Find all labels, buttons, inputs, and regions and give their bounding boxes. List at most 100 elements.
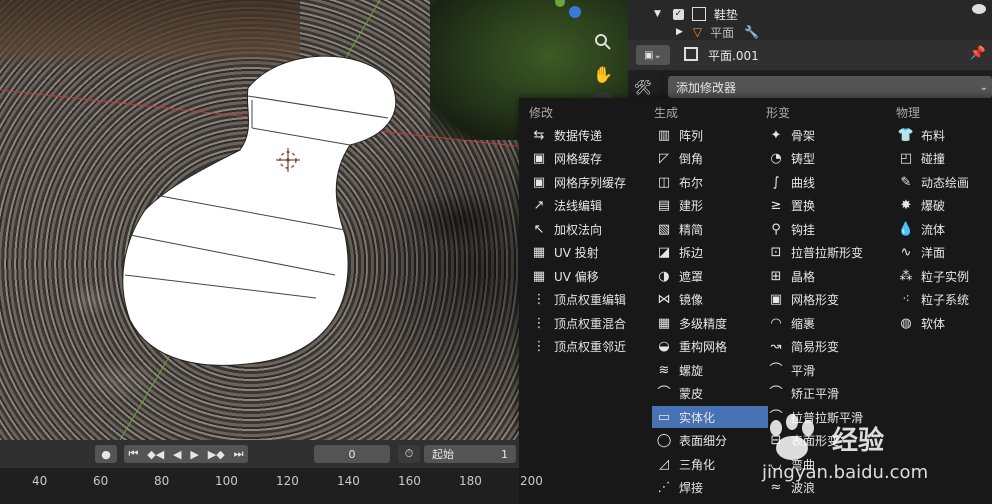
menu-item-decimate[interactable]: ▧ 精简 xyxy=(652,218,768,240)
stopwatch-icon[interactable]: ⏱ xyxy=(398,445,420,463)
menu-column-header: 物理 xyxy=(896,106,921,120)
menu-item-label: 网格缓存 xyxy=(554,152,603,166)
add-modifier-label: 添加修改器 xyxy=(676,80,737,95)
menu-item-corrective-smooth[interactable]: ⌒ 矫正平滑 xyxy=(764,383,880,405)
menu-item-mesh-cache[interactable]: ▣ 网格缓存 xyxy=(527,148,643,170)
subdivision-icon: ◯ xyxy=(656,433,672,448)
menu-item-label: 粒子实例 xyxy=(921,269,970,284)
menu-item-subdivision[interactable]: ◯ 表面细分 xyxy=(652,430,768,452)
menu-item-ocean[interactable]: ∿ 洋面 xyxy=(894,242,988,264)
zoom-icon[interactable] xyxy=(591,30,615,54)
pan-hand-icon[interactable]: ✋ xyxy=(591,62,615,86)
displace-icon: ≥ xyxy=(770,198,782,213)
checkbox-icon[interactable]: ✓ xyxy=(672,8,684,20)
menu-item-armature[interactable]: ✦ 骨架 xyxy=(764,124,880,146)
ruler-tick: 100 xyxy=(215,474,238,488)
menu-item-particle-system[interactable]: ⁖ 粒子系统 xyxy=(894,289,988,311)
menu-item-screw[interactable]: ≋ 螺旋 xyxy=(652,359,768,381)
menu-item-label: 实体化 xyxy=(679,410,716,425)
menu-item-label: 缩裹 xyxy=(791,316,816,331)
menu-item-collision[interactable]: ◰ 碰撞 xyxy=(894,148,988,170)
menu-item-weighted-normal[interactable]: ↖ 加权法向 xyxy=(527,218,643,240)
editor-type-button[interactable]: ▣⌄ xyxy=(636,45,670,65)
expand-arrow-icon[interactable]: ▼ xyxy=(654,9,661,19)
menu-item-multires[interactable]: ▦ 多级精度 xyxy=(652,312,768,334)
menu-item-curve[interactable]: ∫ 曲线 xyxy=(764,171,880,193)
menu-item-laplacian-deform[interactable]: ⊡ 拉普拉斯形变 xyxy=(764,242,880,264)
expand-arrow-icon[interactable]: ▶ xyxy=(676,27,683,37)
current-frame-field[interactable]: 0 xyxy=(314,445,390,463)
menu-item-label: 倒角 xyxy=(679,152,704,166)
menu-item-vertex-weight-proximity[interactable]: ⋮ 顶点权重邻近 xyxy=(527,336,643,358)
collision-icon: ◰ xyxy=(899,151,913,166)
menu-item-lattice[interactable]: ⊞ 晶格 xyxy=(764,265,880,287)
prev-keyframe-icon[interactable]: ◆◀ xyxy=(147,448,164,461)
ruler-tick: 160 xyxy=(398,474,421,488)
visibility-eye-icon[interactable] xyxy=(972,4,986,14)
record-button[interactable]: ● xyxy=(95,445,117,463)
menu-item-mirror[interactable]: ⋈ 镜像 xyxy=(652,289,768,311)
menu-item-cast[interactable]: ◔ 铸型 xyxy=(764,148,880,170)
jump-start-icon[interactable]: ⏮ xyxy=(128,447,138,461)
menu-column-header: 生成 xyxy=(654,106,679,120)
frame-ruler[interactable]: 40 60 80 100 120 140 160 180 200 xyxy=(0,468,543,504)
menu-item-vertex-weight-edit[interactable]: ⋮ 顶点权重编辑 xyxy=(527,289,643,311)
menu-item-array[interactable]: ▥ 阵列 xyxy=(652,124,768,146)
build-icon: ▤ xyxy=(657,198,671,213)
menu-item-edge-split[interactable]: ◪ 拆边 xyxy=(652,242,768,264)
menu-item-uv-project[interactable]: ▦ UV 投射 xyxy=(527,242,643,264)
mesh-deform-icon: ▣ xyxy=(769,292,783,307)
menu-item-vertex-weight-mix[interactable]: ⋮ 顶点权重混合 xyxy=(527,312,643,334)
menu-item-soft-body[interactable]: ◍ 软体 xyxy=(894,312,988,334)
next-keyframe-icon[interactable]: ▶◆ xyxy=(208,448,225,461)
menu-item-boolean[interactable]: ◫ 布尔 xyxy=(652,171,768,193)
menu-item-uv-warp[interactable]: ▦ UV 偏移 xyxy=(527,265,643,287)
tool-tab-icon[interactable]: 🛠 xyxy=(634,80,652,96)
menu-item-skin[interactable]: ⌒ 蒙皮 xyxy=(652,383,768,405)
menu-item-shrinkwrap[interactable]: ◠ 缩裹 xyxy=(764,312,880,334)
menu-item-normal-edit[interactable]: ↗ 法线编辑 xyxy=(527,195,643,217)
menu-item-hook[interactable]: ⚲ 钩挂 xyxy=(764,218,880,240)
ruler-tick: 60 xyxy=(93,474,109,488)
play-reverse-icon[interactable]: ◀ xyxy=(173,448,181,461)
menu-item-solidify[interactable]: ▭ 实体化 xyxy=(652,406,768,428)
array-icon: ▥ xyxy=(657,127,671,143)
laplacian-deform-icon: ⊡ xyxy=(770,245,782,260)
menu-item-weld[interactable]: ⋰ 焊接 xyxy=(652,477,768,499)
menu-item-mesh-deform[interactable]: ▣ 网格形变 xyxy=(764,289,880,311)
menu-item-data-transfer[interactable]: ⇆ 数据传递 xyxy=(527,124,643,146)
menu-item-label: 布尔 xyxy=(679,175,704,190)
outliner-child-row[interactable]: ▶ ▽ 平面 🔧 xyxy=(676,24,759,40)
menu-item-label: 遮罩 xyxy=(679,269,704,284)
jump-end-icon[interactable]: ⏭ xyxy=(234,447,244,461)
menu-item-particle-instance[interactable]: ⁂ 粒子实例 xyxy=(894,265,988,287)
menu-item-simple-deform[interactable]: ↝ 简易形变 xyxy=(764,336,880,358)
add-modifier-dropdown[interactable]: 添加修改器 ⌄ xyxy=(668,76,992,98)
insole-mesh xyxy=(122,55,397,366)
menu-item-label: 拉普拉斯形变 xyxy=(791,246,864,260)
menu-item-remesh[interactable]: ◒ 重构网格 xyxy=(652,336,768,358)
menu-item-mask[interactable]: ◑ 遮罩 xyxy=(652,265,768,287)
menu-item-explode[interactable]: ✸ 爆破 xyxy=(894,195,988,217)
play-icon[interactable]: ▶ xyxy=(190,448,198,461)
menu-item-bevel[interactable]: ◸ 倒角 xyxy=(652,148,768,170)
start-frame-field[interactable]: 起始 1 xyxy=(424,445,516,463)
mirror-icon: ⋈ xyxy=(657,292,671,307)
menu-item-label: 拆边 xyxy=(679,246,704,260)
menu-item-displace[interactable]: ≥ 置换 xyxy=(764,195,880,217)
menu-item-triangulate[interactable]: ◿ 三角化 xyxy=(652,453,768,475)
menu-item-cloth[interactable]: 👕 布料 xyxy=(894,124,988,146)
menu-item-smooth[interactable]: ⌒ 平滑 xyxy=(764,359,880,381)
pin-icon[interactable]: 📌 xyxy=(970,46,986,61)
menu-item-mesh-sequence-cache[interactable]: ▣ 网格序列缓存 xyxy=(527,171,643,193)
menu-item-build[interactable]: ▤ 建形 xyxy=(652,195,768,217)
menu-item-fluid[interactable]: 💧 流体 xyxy=(894,218,988,240)
ruler-tick: 120 xyxy=(276,474,299,488)
ruler-tick: 200 xyxy=(520,474,543,488)
menu-item-dynamic-paint[interactable]: ✎ 动态绘画 xyxy=(894,171,988,193)
hook-icon: ⚲ xyxy=(771,221,781,237)
particle-instance-icon: ⁂ xyxy=(899,268,913,284)
outliner-collection-row[interactable]: ▼ ✓ 鞋垫 xyxy=(654,4,738,24)
dynamic-paint-icon: ✎ xyxy=(900,174,912,190)
solidify-icon: ▭ xyxy=(657,409,671,425)
